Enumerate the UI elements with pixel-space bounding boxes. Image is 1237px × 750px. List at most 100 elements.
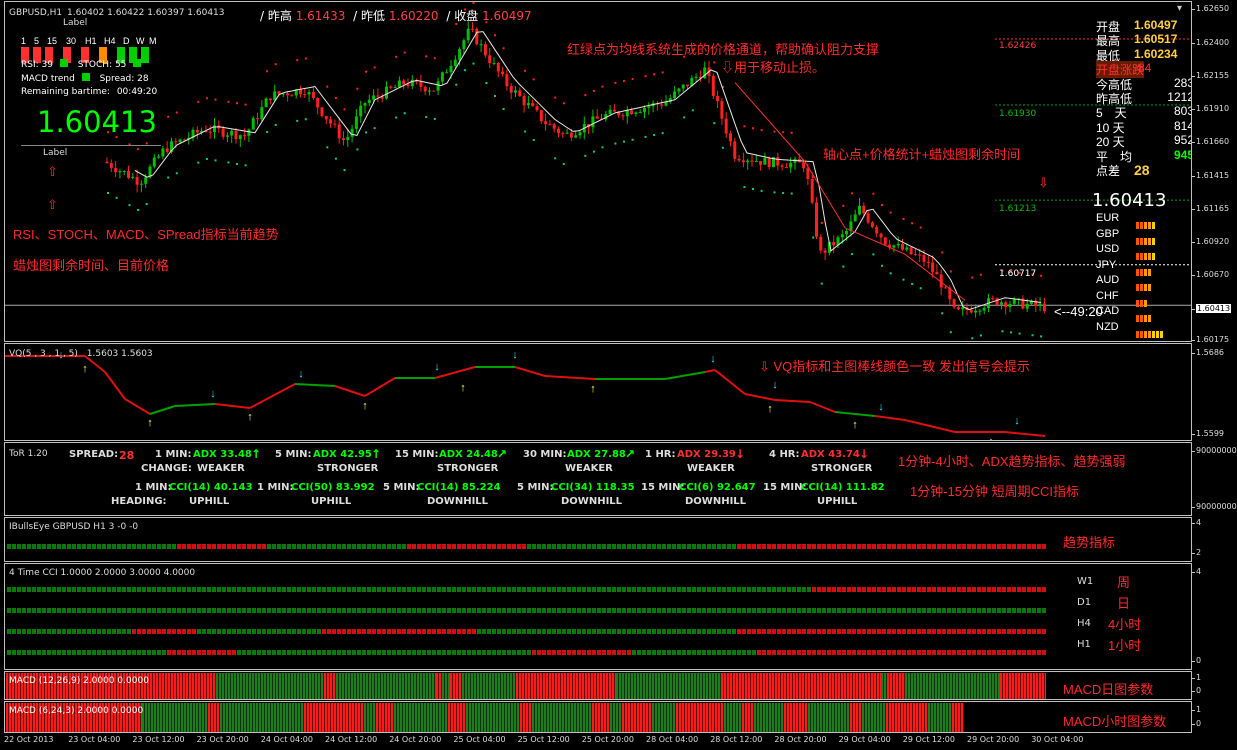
- adx-value: ADX 24.48: [439, 449, 498, 460]
- adx-arrow-icon: ↗: [625, 447, 636, 461]
- adx-state: STRONGER: [811, 463, 873, 474]
- cci4-cn-label: 周: [1117, 575, 1131, 590]
- ma-red-line: [734, 82, 966, 301]
- y-low-value: 1.60220: [388, 9, 439, 23]
- cci-tf: 1 MIN:: [257, 482, 294, 493]
- cci4-strip-d1: [7, 601, 1047, 613]
- tor-title: ToR 1.20: [9, 449, 48, 459]
- time-tick: 30 Oct 04:00: [1031, 735, 1084, 744]
- vq-down-arrow-icon: ↓: [772, 379, 778, 391]
- time-tick: 29 Oct 20:00: [967, 735, 1020, 744]
- macd-daily-panel[interactable]: MACD (12,26,9) 2.0000 0.0000 MACD日图参数: [4, 671, 1192, 700]
- pivot-label-2: 1.61930: [999, 109, 1037, 119]
- vq-down-arrow-icon: ↓: [210, 388, 216, 400]
- ohlc-label: 1.60402 1.60422 1.60397 1.60413: [67, 8, 225, 18]
- currency-cad: CAD: [1096, 305, 1120, 317]
- annotation-macd-hourly: MACD小时图参数: [1063, 714, 1167, 729]
- time-tick: 23 Oct 04:00: [68, 735, 121, 744]
- price-tick: 1.60175: [1192, 335, 1230, 342]
- macd-hourly-panel[interactable]: MACD (6,24,3) 2.0000 0.0000 MACD小时图参数: [4, 701, 1192, 733]
- cci4-scale: 4 0: [1192, 567, 1202, 665]
- stat-value: 283: [1173, 75, 1192, 90]
- pivot-label-3: 1.61213: [999, 204, 1037, 214]
- chart-close-icon[interactable]: ▾: [1177, 4, 1187, 14]
- info-separator: [21, 145, 161, 146]
- current-price-big: 1.60413: [37, 105, 157, 139]
- currency-chf: CHF: [1096, 289, 1119, 302]
- adx-state: STRONGER: [437, 463, 499, 474]
- y-high-label: 昨高: [267, 9, 292, 23]
- rsi-status-icon: [59, 59, 68, 67]
- annotation-pivot: 轴心点+价格统计+蜡烛图剩余时间: [823, 147, 1021, 162]
- adx-tf: 5 MIN:: [275, 449, 312, 460]
- macd-hourly-scale: 1 0: [1192, 705, 1202, 728]
- cci-value: CCI(34) 118.35: [551, 482, 635, 493]
- cci4-tf-label: D1: [1077, 597, 1092, 608]
- macd-daily-title: MACD (12,26,9) 2.0000 0.0000: [9, 676, 149, 686]
- time-tick: 24 Oct 20:00: [389, 735, 442, 744]
- vq-up-arrow-icon: ↑: [460, 382, 466, 394]
- vq-down-arrow-icon: ↓: [878, 401, 884, 413]
- cci-value: CCI(14) 85.224: [417, 482, 501, 493]
- stat-value: 803: [1173, 104, 1192, 119]
- spread-value: Spread: 28: [99, 74, 149, 84]
- chart-header: GBPUSD,H1 1.60402 1.60422 1.60397 1.6041…: [9, 8, 227, 18]
- cci-state: UPHILL: [189, 496, 230, 507]
- macd-row: MACD trend Spread: 28: [21, 73, 149, 84]
- adx-tf: 1 MIN:: [155, 449, 192, 460]
- cci-state: DOWNHILL: [561, 496, 623, 507]
- tor-panel[interactable]: ToR 1.20 SPREAD: 28 CHANGE: HEADING: 1 M…: [4, 442, 1192, 516]
- cci-value: CCI(50) 83.992: [291, 482, 375, 493]
- price-tick: 1.61660: [1192, 137, 1230, 146]
- adx-value: ADX 42.95: [313, 449, 372, 460]
- rsi-value: RSI: 39: [21, 60, 53, 70]
- cci4-cn-label: 1小时: [1108, 638, 1142, 653]
- annotation-arrow-up-2: ⇧: [47, 197, 58, 212]
- tor-scale: 90000000 90000000: [1192, 446, 1237, 511]
- adx-arrow-icon: ↑: [371, 447, 382, 461]
- adx-state: WEAKER: [565, 463, 613, 474]
- stat-value: 28: [1134, 162, 1150, 178]
- time-tick: 25 Oct 04:00: [453, 735, 506, 744]
- cci4-cn-label: 4小时: [1108, 617, 1142, 632]
- cci-value: CCI(14) 111.82: [801, 482, 885, 493]
- annotation-cci: 1分钟-15分钟 短周期CCI指标: [910, 484, 1080, 499]
- cci4-panel[interactable]: 4 Time CCI 1.0000 2.0000 3.0000 4.0000 W…: [4, 563, 1192, 670]
- vq-panel[interactable]: ↑ ↓ ↑ ↓ ↑ ↓ ↑ ↓ ↑ ↓ ↑ ↓ ↑ ↓ ↑ ↓ ↑ ↓ VQ(5 , 3 , 1 , 5) 1.5…: [4, 343, 1192, 441]
- macd-hourly-histogram: [6, 703, 1046, 732]
- time-axis: 22 Oct 2013 23 Oct 04:00 23 Oct 12:00 23 Oc…: [0, 735, 1192, 750]
- adx-arrow-icon: ↑: [251, 447, 262, 461]
- price-tick: 1.60413: [1192, 304, 1232, 313]
- yesterday-summary: / 昨高 1.61433 / 昨低 1.60220 / 收盘 1.60497: [260, 9, 532, 23]
- stat-value: 1.60234: [1134, 46, 1178, 61]
- ma-line: [134, 31, 1042, 311]
- stat-value: 1.60497: [1134, 18, 1178, 32]
- adx-state: WEAKER: [197, 463, 245, 474]
- time-tick: 28 Oct 20:00: [774, 735, 827, 744]
- adx-value: ADX 27.88: [567, 449, 626, 460]
- symbol-label: GBPUSD,H1: [9, 8, 63, 18]
- adx-value: ADX 29.39: [677, 449, 736, 460]
- time-tick: 28 Oct 12:00: [710, 735, 763, 744]
- cci-tf: 5 MIN:: [517, 482, 554, 493]
- adx-value: ADX 33.48: [193, 449, 252, 460]
- adx-state: STRONGER: [317, 463, 379, 474]
- currency-jpy: JPY: [1096, 258, 1117, 271]
- vq-up-arrow-icon: ↑: [247, 411, 253, 423]
- cci-state: DOWNHILL: [685, 496, 747, 507]
- time-tick: 28 Oct 04:00: [646, 735, 699, 744]
- cci-state: DOWNHILL: [427, 496, 489, 507]
- currency-eur: EUR: [1096, 212, 1120, 224]
- stat-label: 点差: [1096, 164, 1121, 178]
- main-chart-panel[interactable]: GBPUSD,H1 1.60402 1.60422 1.60397 1.6041…: [4, 1, 1192, 342]
- stat-value: 1212: [1167, 90, 1192, 104]
- y-high-value: 1.61433: [295, 9, 346, 23]
- cci4-strip-w1: [7, 580, 1047, 592]
- price-tick: 1.61415: [1192, 171, 1230, 180]
- bullseye-panel[interactable]: IBullsEye GBPUSD H1 3 -0 -0 趋势指标: [4, 517, 1192, 562]
- adx-tf: 30 MIN:: [523, 449, 567, 460]
- candles: [105, 21, 1046, 318]
- rsi-row: RSI: 39 STOCH: 55: [21, 59, 144, 70]
- annotation-adx: 1分钟-4小时、ADX趋势指标、趋势强弱: [898, 454, 1126, 469]
- price-scale: 1.62650 1.62400 1.62155 1.61910 1.61660 1.614…: [1192, 1, 1237, 342]
